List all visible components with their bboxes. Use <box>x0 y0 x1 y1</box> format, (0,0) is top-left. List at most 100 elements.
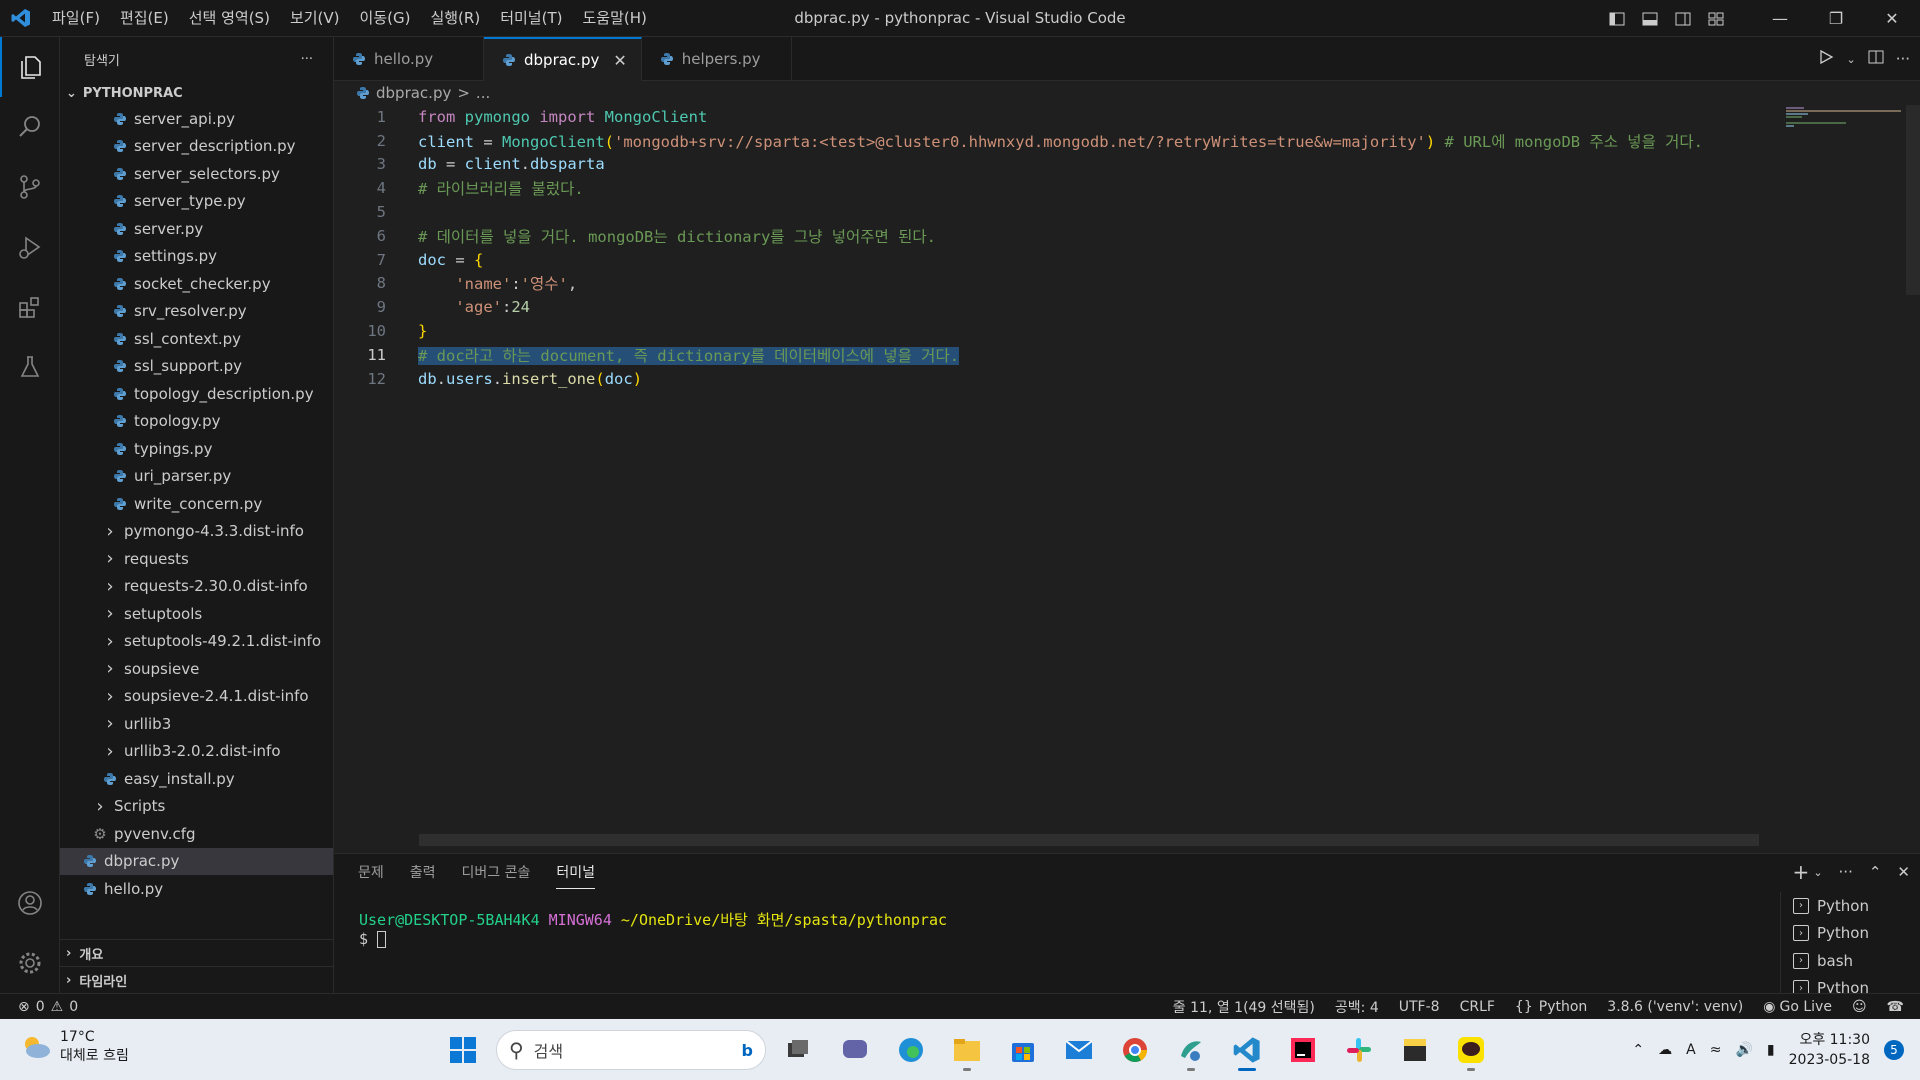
tree-file[interactable]: uri_parser.py <box>60 463 333 491</box>
intellij-icon[interactable] <box>1280 1027 1326 1073</box>
tree-folder[interactable]: › urllib3 <box>60 710 333 738</box>
problems-indicator[interactable]: ⊗ 0 ⚠ 0 <box>0 999 78 1015</box>
tree-file[interactable]: ssl_context.py <box>60 325 333 353</box>
close-panel-icon[interactable]: ✕ <box>1897 863 1910 881</box>
toggle-secondary-sidebar-icon[interactable] <box>1666 0 1699 37</box>
tree-file[interactable]: socket_checker.py <box>60 270 333 298</box>
tree-folder[interactable]: › requests <box>60 545 333 573</box>
run-dropdown-icon[interactable]: ⌄ <box>1846 53 1855 66</box>
chat-icon[interactable] <box>832 1027 878 1073</box>
tree-file[interactable]: dbprac.py <box>60 847 333 875</box>
chrome-icon[interactable] <box>1112 1027 1158 1073</box>
extensions-icon[interactable] <box>0 277 60 337</box>
maximize-panel-icon[interactable]: ⌃ <box>1869 863 1882 881</box>
explorer-more-actions-icon[interactable]: ··· <box>301 52 313 67</box>
menu-item[interactable]: 이동(G) <box>350 0 421 37</box>
menu-item[interactable]: 선택 영역(S) <box>179 0 280 37</box>
indentation[interactable]: 공백: 4 <box>1335 997 1379 1017</box>
horizontal-scrollbar[interactable] <box>419 834 1759 846</box>
tree-file[interactable]: topology_description.py <box>60 380 333 408</box>
panel-tab[interactable]: 출력 <box>410 856 436 888</box>
volume-icon[interactable]: 🔊 <box>1735 1042 1752 1058</box>
breadcrumb-file[interactable]: dbprac.py <box>376 84 451 102</box>
cursor-position[interactable]: 줄 11, 열 1(49 선택됨) <box>1173 997 1315 1017</box>
tree-folder[interactable]: › pymongo-4.3.3.dist-info <box>60 518 333 546</box>
terminal-dropdown-icon[interactable]: ⌄ <box>1813 866 1822 879</box>
editor-tab[interactable]: dbprac.py ✕ <box>484 37 642 81</box>
source-control-icon[interactable] <box>0 157 60 217</box>
breadcrumb-symbol[interactable]: ... <box>476 84 490 102</box>
tree-file[interactable]: easy_install.py <box>60 765 333 793</box>
python-interpreter[interactable]: 3.8.6 ('venv': venv) <box>1607 999 1743 1015</box>
kakaotalk-icon[interactable] <box>1448 1027 1494 1073</box>
battery-icon[interactable]: ▮ <box>1767 1042 1775 1058</box>
menu-item[interactable]: 보기(V) <box>280 0 350 37</box>
editor-tab[interactable]: helpers.py <box>642 37 792 81</box>
tree-folder[interactable]: › soupsieve <box>60 655 333 683</box>
close-tab-icon[interactable]: ✕ <box>613 51 626 70</box>
customize-layout-icon[interactable] <box>1699 0 1732 37</box>
tree-file[interactable]: ⚙ pyvenv.cfg <box>60 820 333 848</box>
wifi-icon[interactable]: ≈ <box>1710 1042 1722 1058</box>
notification-badge[interactable]: 5 <box>1884 1040 1904 1060</box>
language-mode[interactable]: {} Python <box>1515 999 1587 1015</box>
panel-more-actions-icon[interactable]: ··· <box>1839 863 1853 881</box>
settings-gear-icon[interactable] <box>0 933 60 993</box>
new-terminal-icon[interactable]: + <box>1793 860 1810 884</box>
panel-tab[interactable]: 문제 <box>358 856 384 888</box>
outline-section[interactable]: › 개요 <box>60 939 333 966</box>
weather-widget[interactable]: 17°C 대체로 흐림 <box>20 1029 129 1065</box>
restore-button[interactable]: ❐ <box>1808 0 1864 37</box>
tree-file[interactable]: server_type.py <box>60 188 333 216</box>
store-icon[interactable] <box>1000 1027 1046 1073</box>
tree-folder[interactable]: › setuptools-49.2.1.dist-info <box>60 628 333 656</box>
clock[interactable]: 오후 11:30 2023-05-18 <box>1789 1030 1870 1070</box>
toggle-primary-sidebar-icon[interactable] <box>1600 0 1633 37</box>
tree-file[interactable]: server_selectors.py <box>60 160 333 188</box>
tree-file[interactable]: server.py <box>60 215 333 243</box>
menu-item[interactable]: 편집(E) <box>110 0 179 37</box>
code-editor[interactable]: 1 from pymongo import MongoClient 2 client … <box>334 105 1784 391</box>
close-window-button[interactable]: ✕ <box>1864 0 1920 37</box>
run-python-file-icon[interactable] <box>1818 49 1834 69</box>
testing-flask-icon[interactable] <box>0 337 60 397</box>
toggle-panel-icon[interactable] <box>1633 0 1666 37</box>
menu-item[interactable]: 실행(R) <box>420 0 490 37</box>
terminal-instance[interactable]: › Python <box>1781 920 1920 948</box>
tree-file[interactable]: write_concern.py <box>60 490 333 518</box>
edge-icon[interactable] <box>888 1027 934 1073</box>
tree-file[interactable]: settings.py <box>60 243 333 271</box>
tree-file[interactable]: typings.py <box>60 435 333 463</box>
start-icon[interactable] <box>440 1027 486 1073</box>
task-view-icon[interactable] <box>776 1027 822 1073</box>
panel-tab[interactable]: 터미널 <box>556 856 596 889</box>
tree-folder[interactable]: › Scripts <box>60 793 333 821</box>
show-hidden-icons-icon[interactable]: ⌃ <box>1632 1042 1644 1058</box>
terminal-instance[interactable]: › bash <box>1781 947 1920 975</box>
onedrive-cloud-icon[interactable]: ☁ <box>1658 1042 1672 1058</box>
taskbar-search[interactable]: ⚲ 검색 b <box>496 1030 766 1070</box>
workspace-folder-header[interactable]: ⌄ PYTHONPRAC <box>60 81 333 105</box>
terminal-output[interactable]: User@DESKTOP-5BAH4K4 MINGW64 ~/OneDrive/… <box>359 909 947 948</box>
end-of-line[interactable]: CRLF <box>1460 999 1495 1015</box>
editor-more-actions-icon[interactable]: ··· <box>1896 50 1910 68</box>
tree-folder[interactable]: › soupsieve-2.4.1.dist-info <box>60 683 333 711</box>
tree-file[interactable]: server_description.py <box>60 133 333 161</box>
account-icon[interactable] <box>0 873 60 933</box>
tree-folder[interactable]: › requests-2.30.0.dist-info <box>60 573 333 601</box>
tree-file[interactable]: srv_resolver.py <box>60 298 333 326</box>
tree-file[interactable]: server_api.py <box>60 105 333 133</box>
explorer-icon[interactable] <box>0 37 60 97</box>
vertical-scrollbar[interactable] <box>1906 105 1920 295</box>
input-method-icon[interactable]: A <box>1686 1042 1696 1058</box>
minimize-button[interactable]: — <box>1752 0 1808 37</box>
run-debug-icon[interactable] <box>0 217 60 277</box>
feedback-icon[interactable]: ☺ <box>1852 999 1867 1015</box>
tree-folder[interactable]: › setuptools <box>60 600 333 628</box>
tree-folder[interactable]: › urllib3-2.0.2.dist-info <box>60 738 333 766</box>
mail-icon[interactable] <box>1056 1027 1102 1073</box>
vscode-icon[interactable] <box>1224 1027 1270 1073</box>
sticky-notes-icon[interactable] <box>1392 1027 1438 1073</box>
minimap[interactable] <box>1786 105 1906 145</box>
tree-file[interactable]: hello.py <box>60 875 333 903</box>
